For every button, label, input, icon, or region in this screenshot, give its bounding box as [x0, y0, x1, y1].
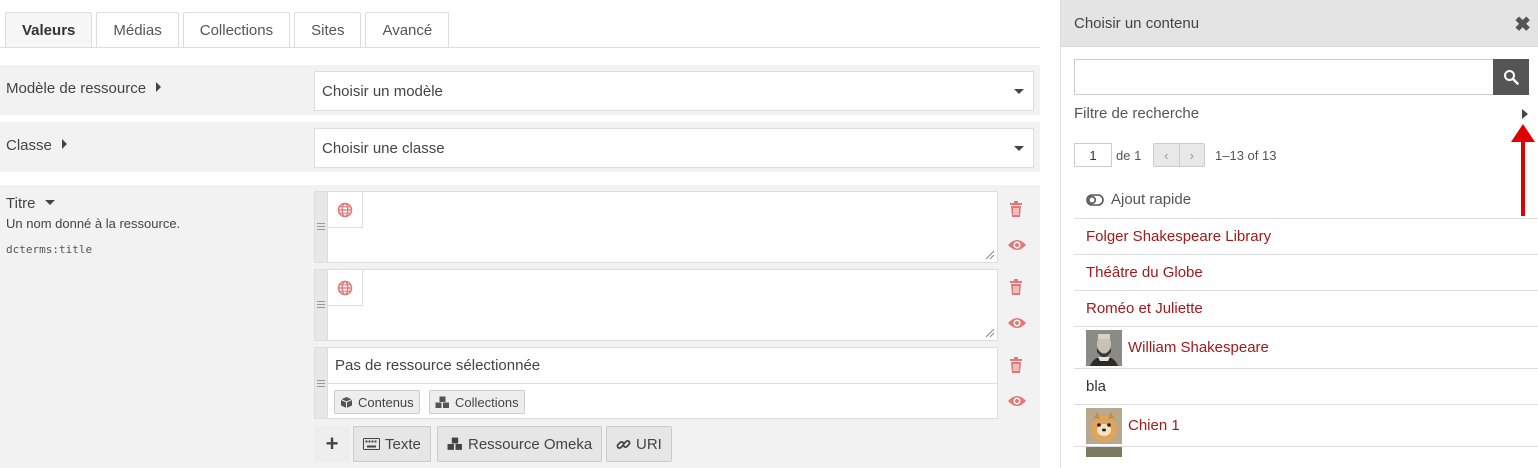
thumbnail [1086, 447, 1122, 457]
search-button[interactable] [1493, 59, 1529, 95]
select-items-button[interactable]: Contenus [334, 390, 420, 414]
resource-template-select[interactable]: Choisir un modèle [314, 71, 1034, 111]
tab-collections[interactable]: Collections [182, 12, 291, 48]
sidebar-title: Choisir un contenu [1074, 15, 1200, 32]
value-textarea[interactable] [327, 192, 997, 262]
drag-handle-icon[interactable] [317, 380, 325, 388]
cubes-icon [435, 396, 449, 408]
tab-values[interactable]: Valeurs [5, 12, 93, 48]
chevron-down-icon [1014, 146, 1024, 151]
list-item-partial [1074, 447, 1538, 457]
list-item[interactable]: Chien 1 [1074, 405, 1538, 447]
quick-add-toggle[interactable]: Ajout rapide [1074, 181, 1538, 219]
page-count: de 1 [1116, 148, 1142, 163]
cube-icon [340, 396, 353, 408]
resize-handle-icon[interactable] [985, 250, 995, 260]
link-icon [616, 439, 631, 449]
item-edit-form: Valeurs Médias Collections Sites Avancé … [0, 0, 1060, 468]
tab-media[interactable]: Médias [96, 12, 179, 48]
add-text-value-button[interactable]: Texte [353, 426, 431, 462]
section-tabs: Valeurs Médias Collections Sites Avancé [5, 12, 453, 48]
value-textarea[interactable] [327, 270, 997, 340]
previous-page-icon[interactable]: ‹ [1154, 144, 1180, 166]
language-globe-icon[interactable] [328, 270, 363, 306]
tab-divider [0, 47, 1040, 48]
dog-photo-thumbnail [1086, 407, 1122, 444]
divider [328, 383, 997, 384]
resource-template-row: Modèle de ressource Choisir un modèle [0, 65, 1040, 115]
collapse-caret-icon[interactable] [45, 200, 56, 205]
tab-sites[interactable]: Sites [294, 12, 362, 48]
expand-caret-icon[interactable] [156, 82, 162, 92]
cubes-icon [447, 437, 462, 450]
chevron-down-icon [1014, 89, 1024, 94]
resize-handle-icon[interactable] [985, 328, 995, 338]
expand-caret-icon[interactable] [1522, 109, 1528, 119]
property-description: Un nom donné à la ressource. [6, 216, 181, 231]
close-icon[interactable]: ✖ [1514, 12, 1531, 37]
resource-placeholder: Pas de ressource sélectionnée [335, 357, 541, 374]
search-input[interactable] [1074, 59, 1494, 95]
resource-class-row: Classe Choisir une classe [0, 122, 1040, 172]
eye-icon[interactable] [1007, 394, 1027, 408]
property-term: dcterms:title [6, 243, 93, 256]
list-item[interactable]: Théâtre du Globe [1074, 255, 1538, 291]
title-property-label[interactable]: Titre [6, 195, 56, 212]
trash-icon[interactable] [1007, 278, 1025, 296]
list-item[interactable]: bla [1074, 369, 1538, 405]
eye-icon[interactable] [1007, 316, 1027, 330]
sidebar-header: Choisir un contenu ✖ [1061, 0, 1538, 47]
list-item[interactable]: Folger Shakespeare Library [1074, 219, 1538, 255]
resource-template-label[interactable]: Modèle de ressource [6, 80, 162, 97]
resource-class-label[interactable]: Classe [6, 137, 67, 154]
keyboard-icon [363, 438, 380, 450]
trash-icon[interactable] [1007, 200, 1025, 218]
select-collections-button[interactable]: Collections [429, 390, 525, 414]
drag-handle-icon[interactable] [317, 223, 325, 231]
toggle-icon [1086, 193, 1104, 206]
tab-advanced[interactable]: Avancé [365, 12, 450, 48]
shakespeare-portrait-thumbnail [1086, 329, 1122, 366]
pagination-buttons: ‹ › [1153, 143, 1205, 167]
resource-list: Ajout rapide Folger Shakespeare Library … [1074, 181, 1538, 457]
add-value-plus-icon[interactable]: + [314, 426, 350, 462]
expand-caret-icon[interactable] [61, 139, 67, 149]
resource-value-body: Pas de ressource sélectionnée Contenus C… [327, 348, 997, 418]
resource-value: Pas de ressource sélectionnée Contenus C… [314, 347, 998, 419]
resource-class-select[interactable]: Choisir une classe [314, 128, 1034, 168]
search-icon [1504, 70, 1519, 85]
annotation-arrow-icon [1511, 124, 1535, 216]
result-range: 1–13 of 13 [1215, 148, 1277, 163]
select-resource-sidebar: Choisir un contenu ✖ Filtre de recherche… [1060, 0, 1538, 468]
list-item[interactable]: Roméo et Juliette [1074, 291, 1538, 327]
add-omeka-resource-button[interactable]: Ressource Omeka [437, 426, 603, 462]
eye-icon[interactable] [1007, 238, 1027, 252]
next-page-icon[interactable]: › [1180, 144, 1205, 166]
literal-value [314, 191, 998, 263]
page-input[interactable]: 1 [1074, 143, 1112, 167]
literal-value [314, 269, 998, 341]
list-item[interactable]: William Shakespeare [1074, 327, 1538, 369]
search-filter-toggle[interactable]: Filtre de recherche [1074, 105, 1199, 122]
trash-icon[interactable] [1007, 356, 1025, 374]
language-globe-icon[interactable] [328, 192, 363, 228]
add-uri-button[interactable]: URI [606, 426, 672, 462]
drag-handle-icon[interactable] [317, 301, 325, 309]
